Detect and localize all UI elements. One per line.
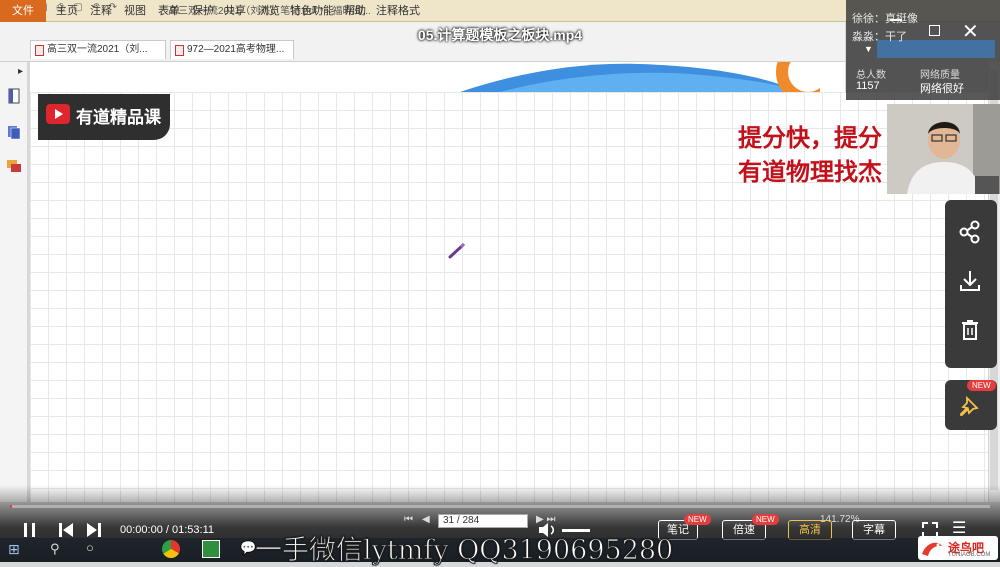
logo-play-icon: [46, 104, 70, 124]
close-icon[interactable]: ✕: [962, 19, 979, 44]
site-badge-url: TUNIAOB.COM: [948, 552, 991, 558]
prev-page-icon[interactable]: ◀: [422, 514, 430, 525]
download-icon[interactable]: [957, 268, 983, 294]
menu-annotate[interactable]: 注释: [90, 0, 112, 22]
progress-bar[interactable]: [10, 505, 990, 508]
bird-logo-icon: [922, 542, 942, 556]
menu-form[interactable]: 表单: [158, 0, 180, 22]
page-number-input[interactable]: 31 / 284: [438, 514, 528, 528]
first-page-icon[interactable]: ⏮: [404, 514, 413, 525]
network-quality-label: 网络质量: [920, 70, 960, 81]
network-quality-value: 网络很好: [920, 83, 964, 95]
quality-button[interactable]: 高清: [788, 520, 832, 540]
doc-tab-label: 972—2021高考物理...: [187, 44, 285, 55]
comments-icon[interactable]: [6, 158, 22, 174]
speed-new-badge: NEW: [752, 514, 779, 525]
chrome-taskbar-icon[interactable]: [162, 540, 180, 558]
header-wave-decoration: [460, 62, 820, 92]
watermark-text: 一手微信lytmfy QQ3190695280: [254, 535, 674, 567]
menu-share[interactable]: 共享: [224, 0, 246, 22]
notes-new-badge: NEW: [684, 514, 711, 525]
pen-cursor-icon: [448, 242, 466, 259]
doc-tab-label: 高三双一流2021（刘...: [47, 44, 148, 55]
total-users-value: 1157: [856, 80, 880, 92]
menu-home[interactable]: 主页: [56, 0, 78, 22]
menu-protect[interactable]: 保护: [192, 0, 214, 22]
subtitle-button[interactable]: 字幕: [852, 520, 896, 540]
pin-icon[interactable]: [957, 394, 983, 420]
youdao-logo-text: 有道精品课: [76, 108, 161, 127]
slogan-line-1: 提分快，提分: [738, 124, 882, 152]
pin-new-badge: NEW: [967, 380, 996, 391]
app-taskbar-icon[interactable]: [202, 540, 220, 558]
playback-time: 00:00:00 / 01:53:11: [120, 524, 214, 536]
layers-icon[interactable]: [6, 124, 22, 140]
chat-message-2: 淼淼：干了: [852, 31, 907, 43]
delete-icon[interactable]: [957, 317, 983, 343]
taskbar-search-icon[interactable]: ⚲: [50, 541, 60, 557]
wechat-taskbar-icon[interactable]: 💬: [240, 540, 256, 556]
pdf-file-icon: [35, 45, 44, 56]
total-users-label: 总人数: [856, 70, 886, 81]
progress-fill: [10, 505, 12, 508]
page-thumbnail-icon[interactable]: [6, 88, 22, 104]
next-icon[interactable]: [84, 520, 104, 540]
teacher-webcam[interactable]: [887, 104, 1000, 194]
slogan-line-2: 有道物理找杰: [738, 158, 882, 186]
menu-annotation-format[interactable]: 注释格式: [376, 0, 420, 22]
chat-collapse-icon[interactable]: ▼: [864, 44, 873, 54]
chat-message-1: 徐徐：真挺像: [852, 13, 918, 25]
page-header-band: [30, 62, 845, 92]
expand-arrow-icon[interactable]: ▸: [18, 66, 23, 77]
menu-file[interactable]: 文件: [0, 0, 46, 22]
minimize-icon[interactable]: [890, 19, 902, 21]
teacher-avatar-icon: [887, 104, 1000, 194]
task-view-icon[interactable]: ○: [86, 540, 94, 555]
pause-icon[interactable]: [20, 520, 40, 540]
menu-help[interactable]: 帮助: [344, 0, 366, 22]
menu-browse[interactable]: 浏览: [258, 0, 280, 22]
maximize-icon[interactable]: [929, 25, 940, 36]
pdf-file-icon: [175, 45, 184, 56]
menu-view[interactable]: 视图: [124, 0, 146, 22]
playlist-icon[interactable]: ☰: [952, 518, 966, 538]
start-menu-icon[interactable]: ⊞: [8, 541, 20, 558]
previous-icon[interactable]: [56, 520, 76, 540]
menu-features[interactable]: 特色功能: [290, 0, 334, 22]
share-icon[interactable]: [957, 219, 983, 245]
